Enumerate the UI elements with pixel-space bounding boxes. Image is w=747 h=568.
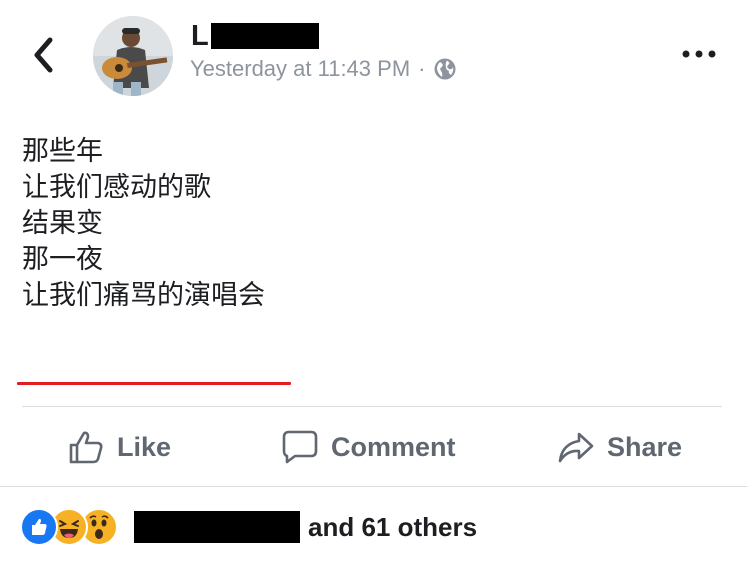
reactions-count-text: and 61 others — [308, 511, 478, 542]
redacted-reactor-name — [134, 511, 300, 543]
divider — [22, 406, 722, 407]
back-button[interactable] — [28, 34, 62, 76]
comment-label: Comment — [331, 431, 456, 462]
post-line: 让我们感动的歌 — [22, 172, 211, 203]
share-button[interactable]: Share — [557, 412, 682, 482]
action-bar: Like Comment Share — [0, 412, 747, 482]
comment-bubble-icon — [282, 430, 318, 464]
more-options-button[interactable] — [680, 42, 718, 66]
post-timestamp[interactable]: Yesterday at 11:43 PM — [190, 56, 410, 82]
reactions-summary[interactable]: and 61 others — [20, 507, 477, 547]
divider — [0, 486, 747, 487]
chevron-left-icon — [34, 37, 53, 73]
thumbs-up-icon — [69, 431, 103, 464]
post-meta: Yesterday at 11:43 PM · — [190, 56, 457, 82]
red-underline-annotation — [17, 382, 291, 385]
author-name[interactable]: L — [191, 20, 319, 52]
post-text: 那些年 让我们感动的歌 结果变 那一夜 让我们痛骂的演唱会 — [22, 134, 265, 314]
avatar[interactable] — [93, 16, 173, 96]
globe-icon — [434, 58, 456, 80]
share-arrow-icon — [558, 432, 594, 463]
like-label: Like — [117, 431, 172, 462]
author-initial: L — [191, 20, 209, 52]
meta-separator: · — [418, 56, 426, 81]
post-line: 那些年 — [22, 136, 103, 167]
share-label: Share — [607, 431, 683, 462]
redacted-name — [210, 23, 319, 49]
like-button[interactable]: Like — [67, 412, 171, 482]
post-line: 那一夜 — [22, 244, 103, 275]
post-line: 结果变 — [22, 208, 103, 239]
like-reaction-icon — [20, 508, 58, 546]
post-line: 让我们痛骂的演唱会 — [22, 280, 265, 311]
more-horizontal-icon — [682, 50, 716, 58]
comment-button[interactable]: Comment — [281, 412, 456, 482]
